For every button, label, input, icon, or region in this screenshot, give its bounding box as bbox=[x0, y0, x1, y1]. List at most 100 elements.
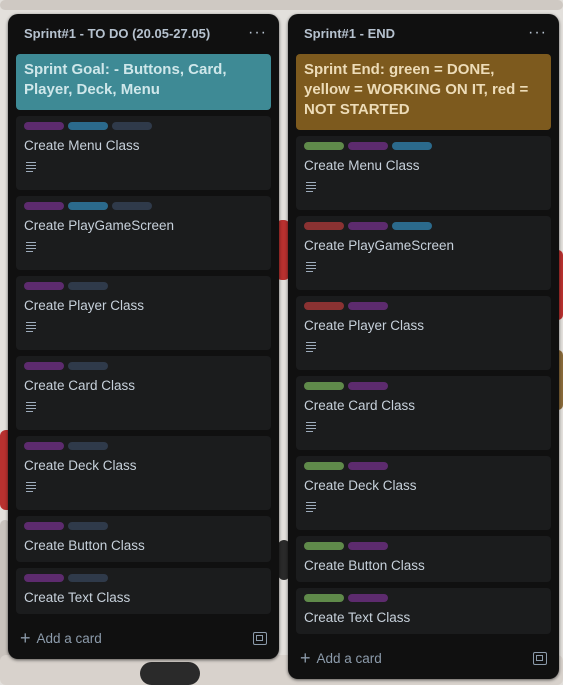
more-options-icon[interactable]: ··· bbox=[528, 25, 547, 41]
plus-icon: + bbox=[300, 648, 311, 668]
description-icon bbox=[24, 162, 38, 173]
card-labels bbox=[304, 594, 543, 602]
card-list: Sprint End: green = DONE, yellow = WORKI… bbox=[296, 54, 551, 640]
card-title: Create Player Class bbox=[304, 318, 425, 333]
label-green[interactable] bbox=[304, 594, 344, 602]
label-blue[interactable] bbox=[68, 122, 108, 130]
card-labels bbox=[304, 142, 543, 150]
card-labels bbox=[24, 122, 263, 130]
label-blue[interactable] bbox=[68, 202, 108, 210]
label-purple[interactable] bbox=[348, 222, 388, 230]
add-card-label: Add a card bbox=[316, 650, 382, 666]
card[interactable]: Create Deck Class bbox=[296, 456, 551, 530]
more-options-icon[interactable]: ··· bbox=[248, 25, 267, 41]
description-icon bbox=[304, 182, 318, 193]
label-green[interactable] bbox=[304, 142, 344, 150]
add-card-row: + Add a card bbox=[20, 624, 267, 652]
card-labels bbox=[24, 202, 263, 210]
card-labels bbox=[304, 542, 543, 550]
label-purple[interactable] bbox=[24, 522, 64, 530]
card[interactable]: Create Menu Class bbox=[16, 116, 271, 190]
card-labels bbox=[304, 382, 543, 390]
label-purple[interactable] bbox=[24, 282, 64, 290]
card-labels bbox=[304, 222, 543, 230]
label-purple[interactable] bbox=[24, 442, 64, 450]
card-title: Create Deck Class bbox=[304, 478, 417, 493]
label-slate[interactable] bbox=[68, 522, 108, 530]
card-title: Create Menu Class bbox=[24, 138, 140, 153]
label-green[interactable] bbox=[304, 462, 344, 470]
background-art bbox=[0, 0, 563, 10]
card-labels bbox=[24, 522, 263, 530]
description-icon bbox=[24, 242, 38, 253]
description-icon bbox=[24, 482, 38, 493]
add-card-button[interactable]: + Add a card bbox=[300, 649, 382, 667]
label-green[interactable] bbox=[304, 382, 344, 390]
description-icon bbox=[304, 262, 318, 273]
label-red[interactable] bbox=[304, 302, 344, 310]
label-purple[interactable] bbox=[24, 362, 64, 370]
card-title: Create Menu Class bbox=[304, 158, 420, 173]
list-title[interactable]: Sprint#1 - END bbox=[304, 26, 395, 41]
background-art bbox=[140, 662, 200, 685]
label-purple[interactable] bbox=[348, 542, 388, 550]
card[interactable]: Create Button Class bbox=[296, 536, 551, 582]
cards-container: Create Menu Class Create PlayGameScreen Cr… bbox=[296, 136, 551, 634]
label-purple[interactable] bbox=[24, 122, 64, 130]
label-slate[interactable] bbox=[112, 202, 152, 210]
card-labels bbox=[24, 442, 263, 450]
label-purple[interactable] bbox=[348, 302, 388, 310]
list-header: Sprint#1 - END ··· bbox=[288, 14, 559, 52]
add-card-label: Add a card bbox=[36, 630, 102, 646]
card-title: Create Button Class bbox=[304, 558, 425, 573]
card-list: Sprint Goal: - Buttons, Card, Player, De… bbox=[16, 54, 271, 620]
card-labels bbox=[304, 302, 543, 310]
card[interactable]: Create Player Class bbox=[296, 296, 551, 370]
label-slate[interactable] bbox=[68, 362, 108, 370]
plus-icon: + bbox=[20, 628, 31, 648]
add-card-row: + Add a card bbox=[300, 644, 547, 672]
label-purple[interactable] bbox=[24, 574, 64, 582]
card[interactable]: Create Deck Class bbox=[16, 436, 271, 510]
label-red[interactable] bbox=[304, 222, 344, 230]
card[interactable]: Create Player Class bbox=[16, 276, 271, 350]
label-purple[interactable] bbox=[348, 594, 388, 602]
card[interactable]: Create PlayGameScreen bbox=[16, 196, 271, 270]
label-slate[interactable] bbox=[68, 282, 108, 290]
list-title[interactable]: Sprint#1 - TO DO (20.05-27.05) bbox=[24, 26, 210, 41]
card[interactable]: Create Menu Class bbox=[296, 136, 551, 210]
card-title: Create Text Class bbox=[24, 590, 131, 605]
card-title: Create PlayGameScreen bbox=[24, 218, 175, 233]
label-purple[interactable] bbox=[348, 462, 388, 470]
label-purple[interactable] bbox=[24, 202, 64, 210]
card[interactable]: Create Button Class bbox=[16, 516, 271, 562]
label-slate[interactable] bbox=[112, 122, 152, 130]
add-card-button[interactable]: + Add a card bbox=[20, 629, 102, 647]
card[interactable]: Create Card Class bbox=[16, 356, 271, 430]
create-from-template-icon[interactable] bbox=[253, 631, 267, 645]
card[interactable]: Create PlayGameScreen bbox=[296, 216, 551, 290]
card-title: Create Card Class bbox=[24, 378, 136, 393]
sprint-goal-card[interactable]: Sprint Goal: - Buttons, Card, Player, De… bbox=[16, 54, 271, 110]
card-title: Create Button Class bbox=[24, 538, 145, 553]
card[interactable]: Create Card Class bbox=[296, 376, 551, 450]
label-purple[interactable] bbox=[348, 382, 388, 390]
list-header: Sprint#1 - TO DO (20.05-27.05) ··· bbox=[8, 14, 279, 52]
label-slate[interactable] bbox=[68, 442, 108, 450]
card[interactable]: Create Text Class bbox=[296, 588, 551, 634]
label-blue[interactable] bbox=[392, 222, 432, 230]
list-sprint-end: Sprint#1 - END ··· Sprint End: green = D… bbox=[288, 14, 559, 679]
card-labels bbox=[24, 574, 263, 582]
create-from-template-icon[interactable] bbox=[533, 651, 547, 665]
card-title: Sprint End: green = DONE, yellow = WORKI… bbox=[304, 61, 529, 118]
label-green[interactable] bbox=[304, 542, 344, 550]
card-title: Create Player Class bbox=[24, 298, 145, 313]
sprint-end-card[interactable]: Sprint End: green = DONE, yellow = WORKI… bbox=[296, 54, 551, 130]
label-slate[interactable] bbox=[68, 574, 108, 582]
card[interactable]: Create Text Class bbox=[16, 568, 271, 614]
card-title: Create Deck Class bbox=[24, 458, 137, 473]
card-title: Create Text Class bbox=[304, 610, 411, 625]
label-purple[interactable] bbox=[348, 142, 388, 150]
card-title: Sprint Goal: - Buttons, Card, Player, De… bbox=[24, 61, 227, 98]
label-blue[interactable] bbox=[392, 142, 432, 150]
